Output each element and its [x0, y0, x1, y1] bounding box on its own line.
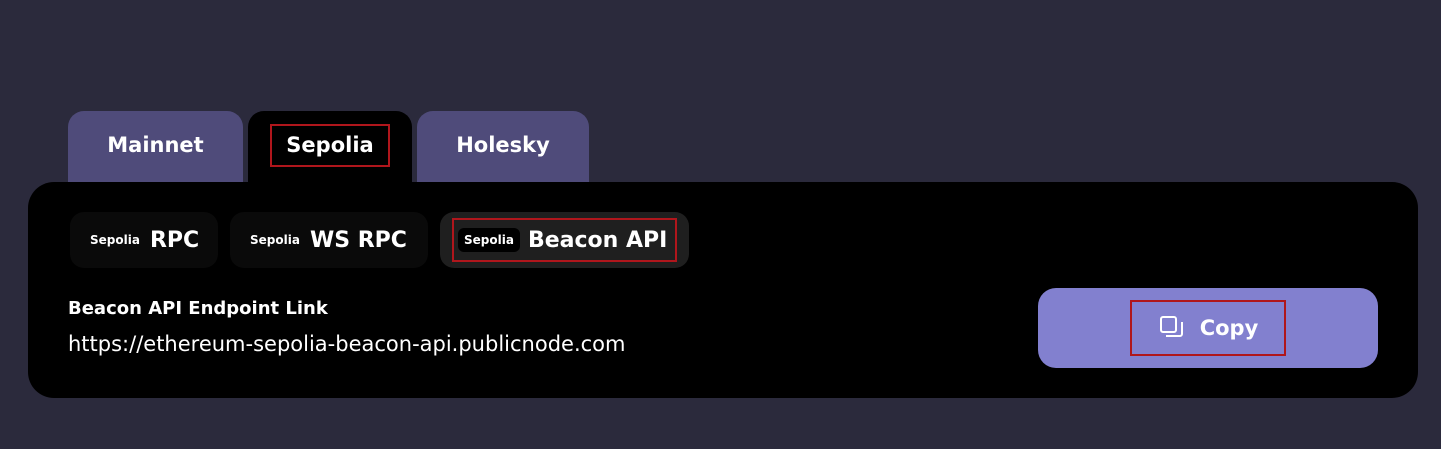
network-tabs: Mainnet Sepolia Holesky [68, 111, 589, 183]
copy-button-label: Copy [1199, 316, 1259, 340]
subtab-rpc[interactable]: Sepolia RPC [70, 212, 218, 268]
endpoint-url[interactable]: https://ethereum-sepolia-beacon-api.publ… [68, 332, 625, 356]
endpoint-title: Beacon API Endpoint Link [68, 298, 328, 319]
tab-mainnet-label: Mainnet [107, 133, 204, 157]
tab-sepolia-label: Sepolia [270, 123, 390, 167]
subtab-beacon-api-highlight: Sepolia Beacon API [452, 218, 678, 262]
subtab-rpc-network: Sepolia [90, 233, 140, 247]
tab-sepolia[interactable]: Sepolia [248, 111, 412, 183]
endpoint-tabs: Sepolia RPC Sepolia WS RPC Sepolia Beaco… [70, 212, 690, 268]
subtab-beacon-api-label: Beacon API [527, 227, 668, 253]
tab-holesky-label: Holesky [456, 133, 550, 157]
subtab-ws-rpc-network: Sepolia [250, 233, 300, 247]
copy-button-highlight: Copy [1130, 300, 1286, 356]
copy-button[interactable]: Copy [1038, 288, 1378, 368]
subtab-beacon-api[interactable]: Sepolia Beacon API [440, 212, 690, 268]
copy-icon [1158, 314, 1186, 342]
subtab-ws-rpc-label: WS RPC [309, 227, 407, 253]
subtab-beacon-api-network: Sepolia [458, 228, 520, 252]
tab-holesky[interactable]: Holesky [417, 111, 589, 183]
endpoint-card: Sepolia RPC Sepolia WS RPC Sepolia Beaco… [28, 182, 1418, 398]
subtab-rpc-label: RPC [149, 227, 200, 253]
tab-mainnet[interactable]: Mainnet [68, 111, 243, 183]
subtab-ws-rpc[interactable]: Sepolia WS RPC [230, 212, 428, 268]
